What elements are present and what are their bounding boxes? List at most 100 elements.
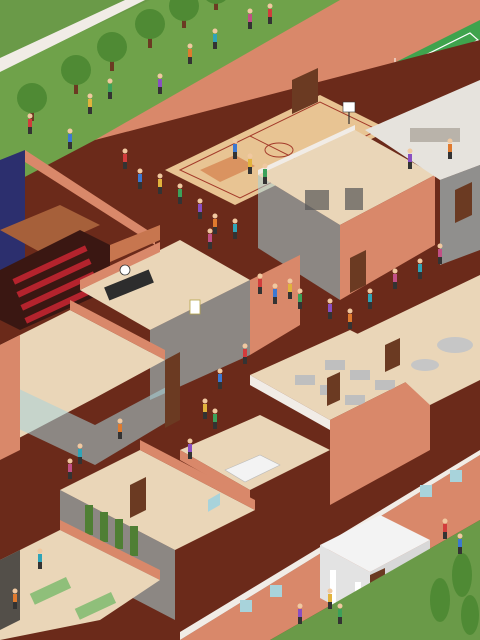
person-icon [258,287,262,294]
person-icon [247,153,253,159]
person-icon [157,173,163,179]
person-icon [297,288,303,294]
person-icon [458,539,462,547]
person-icon [327,588,333,594]
person-icon [187,438,193,444]
person-icon [327,298,333,304]
person-icon [247,8,253,14]
clock-icon [119,264,131,276]
person-icon [122,148,128,154]
person-icon [393,282,397,289]
person-icon [368,294,372,302]
person-icon [118,432,122,439]
person-icon [393,274,397,282]
person-icon [117,418,123,424]
person-icon [138,174,142,182]
person-icon [337,603,343,609]
person-icon [218,374,222,382]
person-icon [203,404,207,412]
person-icon [118,424,122,432]
person-icon [408,162,412,169]
person-icon [78,449,82,457]
person-icon [298,294,302,302]
person-icon [232,138,238,144]
person-icon [258,279,262,287]
person-icon [213,422,217,429]
person-icon [188,452,192,459]
person-icon [298,617,302,624]
person-icon [12,588,18,594]
person-icon [328,602,332,609]
person-icon [338,609,342,617]
person-icon [243,349,247,357]
person-icon [68,472,72,479]
person-icon [158,187,162,194]
isometric-school-illustration [0,0,480,640]
person-icon [348,314,352,322]
person-icon [418,264,422,272]
person-icon [157,73,163,79]
person-icon [272,283,278,289]
person-icon [233,224,237,232]
person-icon [87,93,93,99]
person-icon [123,154,127,162]
person-icon [213,42,217,49]
person-icon [288,284,292,292]
person-icon [207,228,213,234]
person-icon [263,177,267,184]
person-icon [158,87,162,94]
scene-svg [0,0,480,640]
person-icon [417,258,423,264]
person-icon [233,144,237,152]
person-icon [213,34,217,42]
person-icon [158,179,162,187]
person-icon [248,22,252,29]
person-icon [347,308,353,314]
person-icon [348,322,352,329]
person-icon [13,594,17,602]
person-icon [298,609,302,617]
person-icon [158,79,162,87]
person-icon [233,152,237,159]
person-icon [213,219,217,227]
person-icon [68,134,72,142]
person-icon [273,297,277,304]
person-icon [367,288,373,294]
person-icon [328,312,332,319]
person-icon [448,152,452,159]
person-icon [297,603,303,609]
person-icon [287,278,293,284]
person-icon [442,518,448,524]
person-icon [263,169,267,177]
person-icon [212,408,218,414]
person-icon [243,357,247,364]
door-icon [327,372,340,406]
person-icon [232,218,238,224]
person-icon [217,368,223,374]
person-icon [108,84,112,92]
person-icon [202,398,208,404]
person-icon [242,343,248,349]
person-icon [213,414,217,422]
person-icon [273,289,277,297]
person-icon [68,142,72,149]
person-icon [328,304,332,312]
person-icon [213,227,217,234]
person-icon [38,554,42,562]
person-icon [407,148,413,154]
person-icon [27,113,33,119]
person-icon [418,272,422,279]
person-icon [458,547,462,554]
person-icon [67,128,73,134]
person-icon [408,154,412,162]
person-icon [268,9,272,17]
person-icon [178,197,182,204]
person-icon [447,138,453,144]
person-icon [203,412,207,419]
person-icon [443,524,447,532]
person-icon [178,189,182,197]
person-icon [438,249,442,257]
person-icon [233,232,237,239]
person-icon [77,443,83,449]
person-icon [138,182,142,189]
